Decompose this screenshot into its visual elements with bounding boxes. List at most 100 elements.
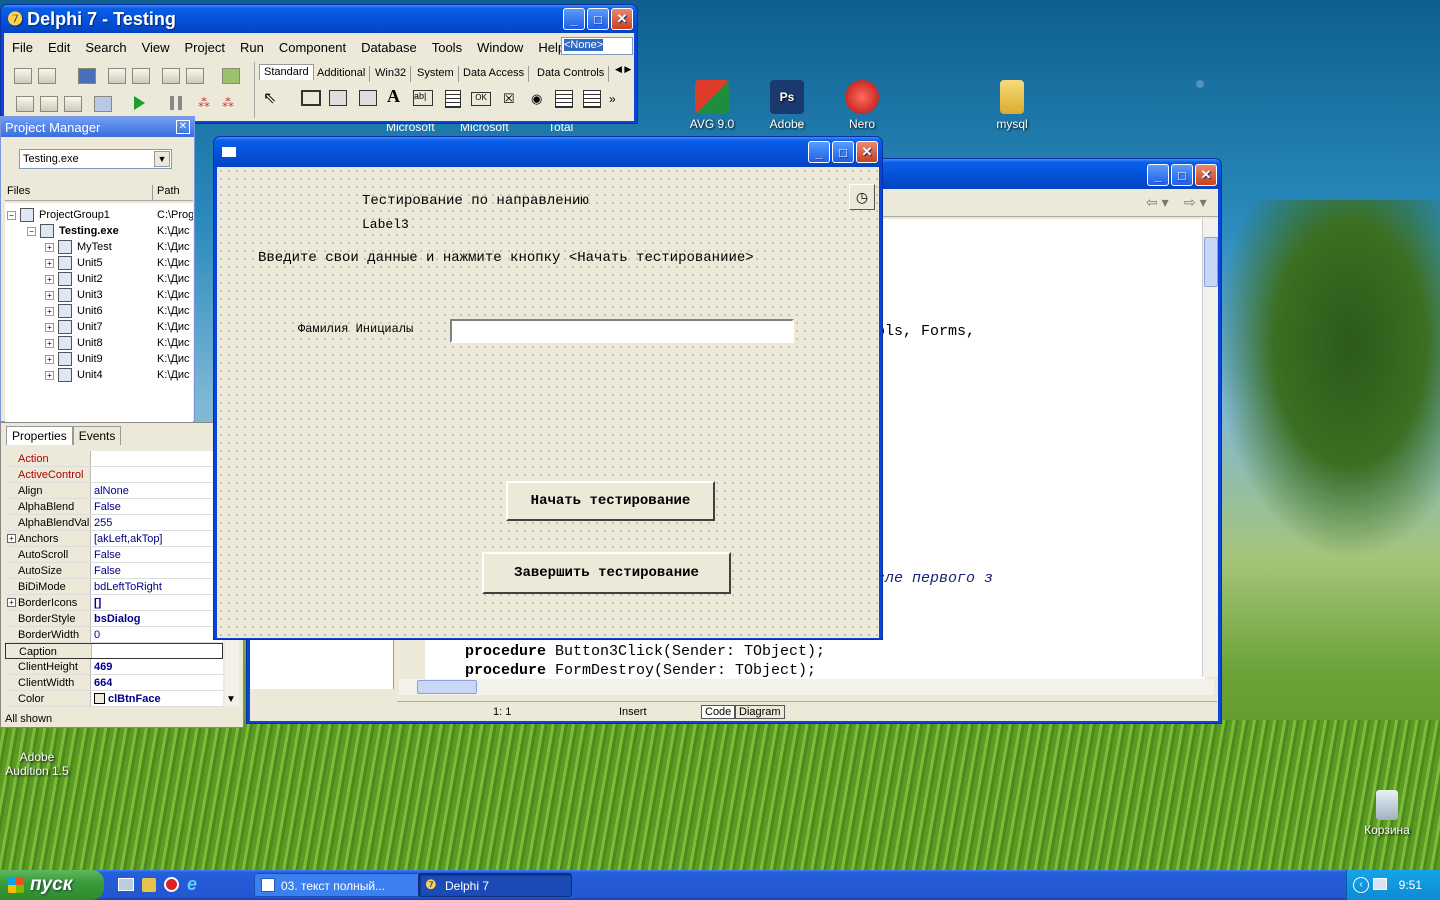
menu-file[interactable]: File: [4, 40, 40, 55]
files-column-header[interactable]: Files: [5, 185, 153, 200]
expand-icon[interactable]: +: [7, 534, 16, 543]
tab-diagram[interactable]: Diagram: [735, 705, 785, 719]
listbox-icon[interactable]: [555, 90, 573, 108]
config-combo[interactable]: <None>: [561, 37, 633, 55]
tree-row[interactable]: + Unit4: [45, 367, 103, 383]
tree-row[interactable]: + Unit7: [45, 319, 103, 335]
chevron-down-icon[interactable]: ▼: [154, 151, 170, 167]
ide-title-bar[interactable]: ❼ Delphi 7 - Testing _ □ ✕: [1, 5, 637, 33]
tree-row[interactable]: + Unit3: [45, 287, 103, 303]
project-combo[interactable]: Testing.exe ▼: [19, 149, 172, 169]
opera-icon[interactable]: [164, 877, 179, 892]
property-value[interactable]: 0: [91, 627, 100, 642]
property-value[interactable]: False: [91, 547, 121, 562]
ie-icon[interactable]: e: [187, 874, 197, 895]
back-arrow-icon[interactable]: ⇦ ▾: [1146, 194, 1169, 211]
toolbar-open-icon[interactable]: [38, 68, 56, 84]
property-row[interactable]: AlphaBlendValu 255: [5, 515, 223, 531]
minimize-button[interactable]: _: [1147, 164, 1169, 186]
expand-icon[interactable]: +: [45, 242, 54, 252]
property-value[interactable]: clBtnFace: [91, 691, 161, 706]
property-row[interactable]: Anchors [akLeft,akTop]: [5, 531, 223, 547]
scrollbar-thumb[interactable]: [1204, 237, 1218, 287]
combobox-icon[interactable]: [583, 90, 601, 108]
property-value[interactable]: bdLeftToRight: [91, 579, 162, 594]
trace-into-icon[interactable]: ⁂: [198, 96, 216, 112]
run-icon[interactable]: [134, 96, 145, 110]
property-row[interactable]: ClientWidth 664: [5, 675, 223, 691]
scrollbar-thumb[interactable]: [417, 680, 477, 694]
menu-database[interactable]: Database: [353, 40, 424, 55]
tree-row[interactable]: + Unit8: [45, 335, 103, 351]
pointer-icon[interactable]: ⇖: [263, 88, 276, 108]
property-row[interactable]: ActiveControl: [5, 467, 223, 483]
clock[interactable]: 9:51: [1399, 878, 1422, 892]
toolbar-help-icon[interactable]: [222, 68, 240, 84]
toolbar-save-icon[interactable]: [78, 68, 96, 84]
expand-icon[interactable]: +: [45, 306, 54, 316]
maximize-button[interactable]: □: [1171, 164, 1193, 186]
show-desktop-icon[interactable]: [118, 878, 134, 891]
expand-icon[interactable]: +: [45, 370, 54, 380]
property-value[interactable]: []: [91, 595, 101, 610]
finish-test-button[interactable]: Завершить тестирование: [482, 552, 731, 594]
property-value[interactable]: [akLeft,akTop]: [91, 531, 163, 546]
desktop-icon-adobe[interactable]: Ps Adobe: [752, 80, 822, 131]
tab-system[interactable]: System: [413, 66, 459, 82]
expand-icon[interactable]: +: [7, 598, 16, 607]
pause-icon[interactable]: [170, 96, 182, 110]
close-button[interactable]: ✕: [611, 8, 633, 30]
memo-icon[interactable]: [445, 90, 461, 108]
tree-row[interactable]: − Testing.exe: [27, 223, 119, 239]
desktop-icon-nero[interactable]: Nero: [827, 80, 897, 131]
expand-icon[interactable]: +: [45, 322, 54, 332]
popupmenu-icon[interactable]: [359, 90, 377, 106]
tree-row[interactable]: + MyTest: [45, 239, 112, 255]
tree-row[interactable]: − ProjectGroup1: [7, 207, 110, 223]
task-word-document[interactable]: 03. текст полный...: [254, 873, 420, 897]
mainmenu-icon[interactable]: [329, 90, 347, 106]
toolbar-add-icon[interactable]: [162, 68, 180, 84]
desktop-icon-recycle-bin[interactable]: Корзина: [1352, 790, 1422, 837]
property-value[interactable]: bsDialog: [91, 611, 140, 626]
property-row[interactable]: BorderIcons[]: [5, 595, 223, 611]
menu-component[interactable]: Component: [271, 40, 353, 55]
tab-standard[interactable]: Standard: [259, 64, 314, 80]
tree-row[interactable]: + Unit6: [45, 303, 103, 319]
property-row[interactable]: BorderWidth 0: [5, 627, 223, 643]
collapse-icon[interactable]: −: [27, 226, 36, 236]
tree-row[interactable]: + Unit2: [45, 271, 103, 287]
form-title-bar[interactable]: _ □ ✕: [214, 137, 882, 167]
tab-properties[interactable]: Properties: [6, 426, 73, 445]
property-row[interactable]: ClientHeight 469: [5, 659, 223, 675]
property-row[interactable]: AlphaBlend False: [5, 499, 223, 515]
minimize-button[interactable]: _: [808, 141, 830, 163]
vertical-scrollbar[interactable]: [1202, 219, 1218, 677]
tree-row[interactable]: + Unit9: [45, 351, 103, 367]
property-value[interactable]: 664: [91, 675, 112, 690]
toolbar-toggle-icon[interactable]: [64, 96, 82, 112]
tree-row[interactable]: + Unit5: [45, 255, 103, 271]
button-icon[interactable]: OK: [471, 92, 491, 106]
network-icon[interactable]: [1373, 878, 1387, 890]
toolbar-openproj-icon[interactable]: [132, 68, 150, 84]
property-value[interactable]: [91, 451, 94, 466]
property-value[interactable]: alNone: [91, 483, 129, 498]
tab-events[interactable]: Events: [72, 426, 122, 445]
expand-icon[interactable]: +: [45, 290, 54, 300]
tray-expand-icon[interactable]: ‹: [1353, 877, 1369, 893]
menu-search[interactable]: Search: [77, 40, 133, 55]
menu-tools[interactable]: Tools: [424, 40, 469, 55]
step-over-icon[interactable]: ⁂: [222, 96, 240, 112]
property-row-selected[interactable]: Caption: [5, 643, 223, 659]
collapse-icon[interactable]: −: [7, 210, 16, 220]
toolbar-saveall-icon[interactable]: [108, 68, 126, 84]
toolbar-newform-icon[interactable]: [94, 96, 112, 112]
menu-window[interactable]: Window: [469, 40, 530, 55]
property-value[interactable]: [92, 644, 95, 658]
desktop-icon-avg[interactable]: AVG 9.0: [677, 80, 747, 131]
property-row[interactable]: AutoSize False: [5, 563, 223, 579]
tab-code[interactable]: Code: [701, 705, 736, 719]
property-row[interactable]: BorderStyle bsDialog: [5, 611, 223, 627]
property-value[interactable]: False: [91, 499, 121, 514]
